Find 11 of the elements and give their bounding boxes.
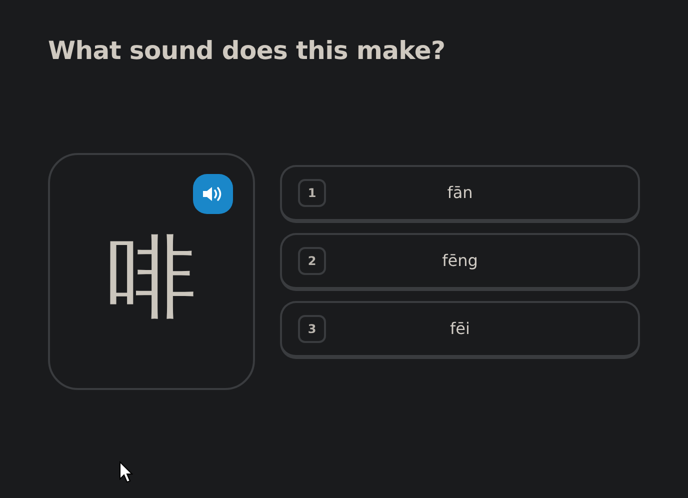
mouse-cursor-icon xyxy=(119,461,133,483)
key-number: 3 xyxy=(298,314,326,342)
answer-option[interactable]: 2 fēng xyxy=(280,232,640,290)
chinese-character: 啡 xyxy=(106,232,196,322)
speaker-button[interactable] xyxy=(193,174,233,214)
answer-option[interactable]: 1 fān xyxy=(280,164,640,222)
answer-option[interactable]: 3 fēi xyxy=(280,300,640,358)
speaker-icon xyxy=(202,185,224,203)
key-number: 1 xyxy=(298,178,326,206)
key-number: 2 xyxy=(298,246,326,274)
question-title: What sound does this make? xyxy=(48,36,446,65)
